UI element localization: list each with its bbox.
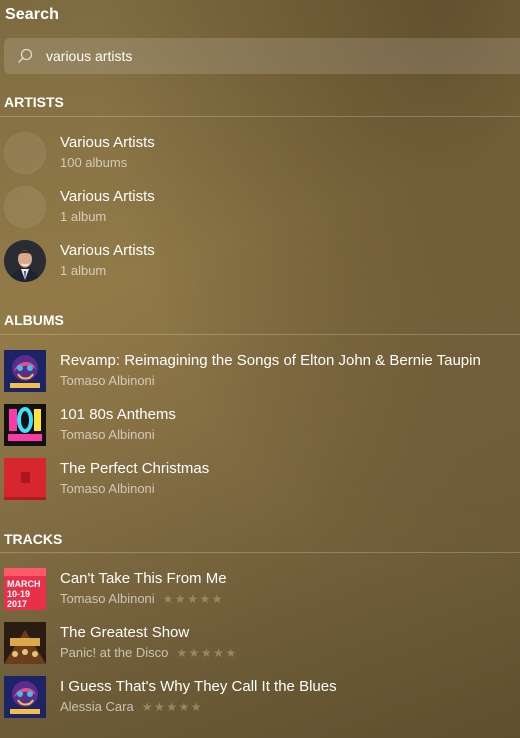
track-subline: Alessia Cara ★★★★★ <box>60 699 203 714</box>
rating-stars[interactable]: ★★★★★ <box>142 700 203 714</box>
section-divider <box>0 116 520 117</box>
track-title: The Greatest Show <box>60 624 190 641</box>
album-artist: Tomaso Albinoni <box>60 373 155 388</box>
page-title: Search <box>5 6 59 23</box>
section-divider <box>0 552 520 553</box>
section-heading-tracks: TRACKS <box>4 531 63 547</box>
search-input[interactable] <box>46 38 466 74</box>
artist-row[interactable]: Various Artists 1 album <box>0 186 520 236</box>
album-title: The Perfect Christmas <box>60 460 210 477</box>
track-artist: Panic! at the Disco <box>60 645 169 660</box>
search-icon <box>18 48 33 63</box>
rating-stars[interactable]: ★★★★★ <box>176 646 237 660</box>
track-subline: Panic! at the Disco ★★★★★ <box>60 645 238 660</box>
album-title: 101 80s Anthems <box>60 406 176 423</box>
album-title: Revamp: Reimagining the Songs of Elton J… <box>60 352 481 369</box>
track-subline: Tomaso Albinoni ★★★★★ <box>60 591 224 606</box>
artist-row[interactable]: Various Artists 100 albums <box>0 132 520 182</box>
rating-stars[interactable]: ★★★★★ <box>163 592 224 606</box>
track-row[interactable]: MARCH 10-19 2017 Can't Take This From Me… <box>0 568 520 618</box>
track-title: I Guess That's Why They Call It the Blue… <box>60 678 337 695</box>
artist-row[interactable]: Various Artists 1 album <box>0 240 520 290</box>
section-divider <box>0 334 520 335</box>
track-title: Can't Take This From Me <box>60 570 227 587</box>
art-line-3: 2017 <box>7 599 27 609</box>
revamp-track-art <box>4 676 46 718</box>
revamp-album-art <box>4 350 46 392</box>
album-row[interactable]: The Perfect Christmas Tomaso Albinoni <box>0 458 520 508</box>
track-row[interactable]: The Greatest Show Panic! at the Disco ★★★… <box>0 622 520 672</box>
artist-placeholder-avatar <box>4 132 46 174</box>
artist-album-count: 1 album <box>60 263 107 278</box>
album-artist: Tomaso Albinoni <box>60 427 155 442</box>
101-album-art <box>4 404 46 446</box>
search-bar[interactable] <box>4 38 520 74</box>
track-artist: Tomaso Albinoni <box>60 591 155 606</box>
artist-portrait-avatar <box>4 240 46 282</box>
artist-placeholder-avatar <box>4 186 46 228</box>
album-row[interactable]: 101 80s Anthems Tomaso Albinoni <box>0 404 520 454</box>
section-heading-albums: ALBUMS <box>4 312 64 328</box>
artist-name: Various Artists <box>60 134 155 151</box>
artist-name: Various Artists <box>60 188 155 205</box>
section-heading-artists: ARTISTS <box>4 94 64 110</box>
artist-album-count: 1 album <box>60 209 107 224</box>
album-artist: Tomaso Albinoni <box>60 481 155 496</box>
album-row[interactable]: Revamp: Reimagining the Songs of Elton J… <box>0 350 520 400</box>
art-line-2: 10-19 <box>7 589 30 599</box>
greatest-show-track-art <box>4 622 46 664</box>
track-row[interactable]: I Guess That's Why They Call It the Blue… <box>0 676 520 726</box>
art-line-1: MARCH <box>7 579 41 589</box>
artist-album-count: 100 albums <box>60 155 128 170</box>
artist-name: Various Artists <box>60 242 155 259</box>
track-artist: Alessia Cara <box>60 699 134 714</box>
christmas-album-art <box>4 458 46 500</box>
march-track-art: MARCH 10-19 2017 <box>4 568 46 610</box>
